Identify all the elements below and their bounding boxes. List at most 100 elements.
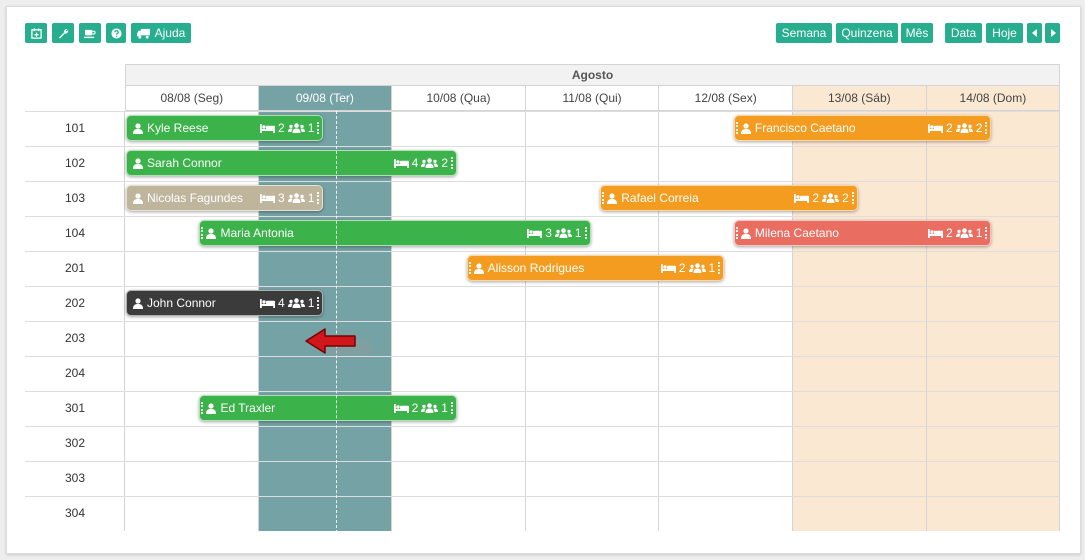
- resize-handle-right[interactable]: [718, 262, 722, 274]
- bed-icon: [393, 158, 409, 168]
- reservation-bar[interactable]: Ed Traxler 2 1: [199, 395, 457, 421]
- day-header-1[interactable]: 09/08 (Ter): [258, 86, 393, 111]
- reservation-bar[interactable]: Kyle Reese 2 1: [126, 115, 324, 141]
- reservation-bar[interactable]: Francisco Caetano 2 2: [733, 115, 992, 141]
- user-icon: [473, 262, 484, 274]
- day-header-4[interactable]: 12/08 (Sex): [659, 86, 793, 111]
- resize-handle-right[interactable]: [317, 122, 321, 134]
- people-icon: [287, 122, 305, 134]
- semana-button-label: Semana: [781, 26, 827, 40]
- bed-count: 2: [278, 121, 285, 135]
- semana-button[interactable]: Semana: [776, 23, 832, 43]
- resize-handle-right[interactable]: [985, 122, 989, 134]
- reservation-bar[interactable]: Alisson Rodrigues 2 1: [466, 255, 725, 281]
- settings-button[interactable]: [52, 23, 74, 43]
- resize-handle-left[interactable]: [735, 227, 740, 239]
- resize-handle-left[interactable]: [602, 192, 606, 204]
- resize-handle-left[interactable]: [735, 122, 740, 134]
- reservation-guest: Milena Caetano: [740, 221, 839, 245]
- bed-icon: [794, 193, 810, 203]
- guest-name: John Connor: [147, 296, 216, 310]
- guest-name: Kyle Reese: [147, 121, 209, 135]
- row-divider: [25, 286, 1060, 287]
- mes-button[interactable]: Mês: [901, 23, 933, 43]
- help-button[interactable]: [106, 23, 126, 43]
- room-label: 102: [64, 156, 86, 170]
- bed-icon: [260, 123, 276, 133]
- reservation-bar[interactable]: John Connor 4 1: [126, 290, 324, 316]
- wrench-icon: [58, 28, 69, 39]
- reservation-bar[interactable]: Milena Caetano 2 1: [733, 220, 992, 246]
- resize-handle-right[interactable]: [450, 402, 455, 414]
- people-count: 1: [307, 296, 315, 310]
- people-count: 1: [307, 121, 315, 135]
- day-header-2[interactable]: 10/08 (Qua): [392, 86, 526, 111]
- day-header-3[interactable]: 11/08 (Qui): [525, 86, 660, 111]
- month-header: Agosto: [125, 64, 1060, 86]
- resize-handle-right[interactable]: [584, 227, 589, 239]
- user-icon: [607, 192, 618, 204]
- next-button[interactable]: [1045, 23, 1060, 43]
- row-divider: [25, 181, 1060, 182]
- day-header-0[interactable]: 08/08 (Seg): [125, 86, 259, 111]
- bed-icon: [260, 193, 276, 203]
- reservation-counts: 22: [928, 116, 982, 140]
- people-icon: [287, 192, 305, 204]
- reservation-bar[interactable]: Rafael Correia 2 2: [600, 185, 858, 211]
- bed-count: 4: [278, 296, 285, 310]
- room-label: 202: [64, 296, 86, 310]
- resize-handle-right[interactable]: [851, 192, 856, 204]
- reservation-guest: Nicolas Fagundes: [133, 186, 243, 210]
- row-divider: [25, 426, 1060, 427]
- user-icon: [740, 122, 751, 134]
- reservation-guest: Alisson Rodrigues: [473, 256, 585, 280]
- room-label: 103: [64, 191, 86, 205]
- day-header-6[interactable]: 14/08 (Dom): [926, 86, 1061, 111]
- bed-icon: [260, 298, 276, 308]
- people-count: 2: [842, 191, 849, 205]
- reservation-bar[interactable]: Maria Antonia 3 1: [199, 220, 591, 246]
- row-divider: [25, 356, 1060, 357]
- quinzena-button-label: Quinzena: [841, 26, 893, 40]
- resize-handle-left[interactable]: [201, 227, 205, 239]
- ajuda-button[interactable]: Ajuda: [131, 23, 191, 43]
- room-label: 201: [64, 261, 86, 275]
- resize-handle-left[interactable]: [468, 262, 473, 274]
- bed-count: 2: [946, 226, 953, 240]
- room-label: 302: [64, 436, 86, 450]
- reservation-counts: 42: [393, 151, 448, 175]
- bed-count: 2: [678, 261, 686, 275]
- current-time-line: [336, 111, 337, 533]
- bed-count: 3: [278, 191, 285, 205]
- row-divider: [25, 461, 1060, 462]
- reservation-counts: 41: [260, 291, 314, 315]
- guest-name: Alisson Rodrigues: [487, 261, 585, 275]
- prev-button[interactable]: [1027, 23, 1042, 43]
- hoje-button[interactable]: Hoje: [986, 23, 1023, 43]
- people-count: 1: [574, 226, 582, 240]
- resize-handle-right[interactable]: [985, 227, 989, 239]
- reservation-counts: 31: [260, 186, 314, 210]
- coffee-button[interactable]: [79, 23, 101, 43]
- people-count: 1: [708, 261, 716, 275]
- resize-handle-right[interactable]: [317, 192, 321, 204]
- calendar-add-button[interactable]: [25, 23, 47, 43]
- quinzena-button[interactable]: Quinzena: [836, 23, 898, 43]
- row-divider: [25, 111, 1060, 112]
- truck-icon: [136, 28, 151, 39]
- data-button[interactable]: Data: [945, 23, 982, 43]
- resize-handle-right[interactable]: [451, 157, 455, 169]
- guest-name: Ed Traxler: [220, 401, 276, 415]
- guest-name: Sarah Connor: [147, 156, 222, 170]
- resize-handle-left[interactable]: [201, 402, 205, 414]
- day-header-5[interactable]: 13/08 (Sáb): [793, 86, 927, 111]
- room-label: 303: [64, 471, 86, 485]
- reservation-bar[interactable]: Nicolas Fagundes 3 1: [126, 185, 324, 211]
- resize-handle-right[interactable]: [317, 297, 321, 309]
- bed-count: 2: [812, 191, 820, 205]
- reservation-bar[interactable]: Sarah Connor 4 2: [126, 150, 457, 176]
- people-count: 2: [975, 121, 983, 135]
- reservation-counts: 21: [660, 256, 716, 280]
- reservation-counts: 31: [527, 221, 582, 245]
- bed-count: 4: [411, 156, 419, 170]
